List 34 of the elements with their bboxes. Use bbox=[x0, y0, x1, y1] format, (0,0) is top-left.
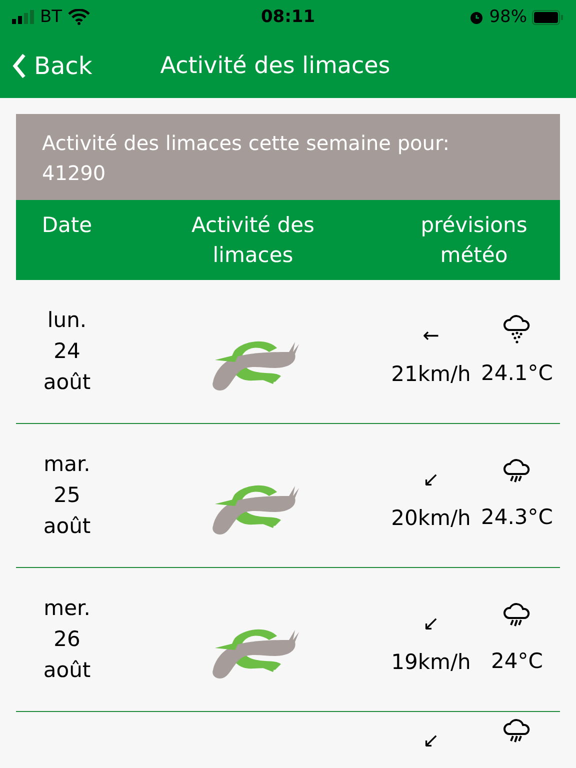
carrier-name: BT bbox=[40, 7, 62, 27]
wind-direction-arrow: ↙ bbox=[422, 610, 440, 636]
drizzle-cloud-icon bbox=[502, 314, 532, 344]
date-text: 24 bbox=[54, 338, 80, 365]
wind-direction-arrow: ↙ bbox=[422, 466, 440, 492]
alarm-icon bbox=[469, 10, 484, 24]
date-text: mar. bbox=[44, 451, 90, 478]
battery-icon bbox=[532, 10, 564, 24]
wind-speed: 19km/h bbox=[391, 648, 471, 676]
clock-time: 08:11 bbox=[260, 7, 316, 27]
banner-text: Activité des limaces cette semaine pour: 41290 bbox=[16, 114, 560, 200]
chevron-left-icon bbox=[12, 53, 26, 79]
wind-direction-arrow: ↙ bbox=[422, 727, 440, 754]
wind-direction-arrow: ← bbox=[422, 322, 440, 348]
wind-speed: 21km/h bbox=[391, 360, 471, 388]
date-text: mer. bbox=[44, 595, 90, 622]
date-text: août bbox=[43, 369, 91, 396]
battery-percent: 98% bbox=[489, 7, 527, 27]
wind-speed: 20km/h bbox=[391, 504, 471, 532]
date-text: lun. bbox=[47, 307, 87, 334]
temperature: 24.3°C bbox=[481, 504, 553, 530]
wifi-icon bbox=[68, 9, 90, 25]
back-button[interactable]: Back bbox=[12, 52, 92, 80]
column-heading: Date bbox=[42, 212, 92, 239]
date-text: 26 bbox=[54, 626, 80, 653]
signal-icon bbox=[12, 10, 34, 24]
date-text: août bbox=[43, 657, 91, 684]
date-text: 25 bbox=[54, 482, 80, 509]
column-heading: Activité des limaces bbox=[190, 212, 316, 269]
temperature: 24.1°C bbox=[481, 360, 553, 386]
temperature: 24°C bbox=[491, 648, 543, 674]
column-heading: prévisions météo bbox=[420, 212, 528, 269]
date-text: août bbox=[43, 513, 91, 540]
page-title: Activité des limaces bbox=[160, 53, 390, 79]
